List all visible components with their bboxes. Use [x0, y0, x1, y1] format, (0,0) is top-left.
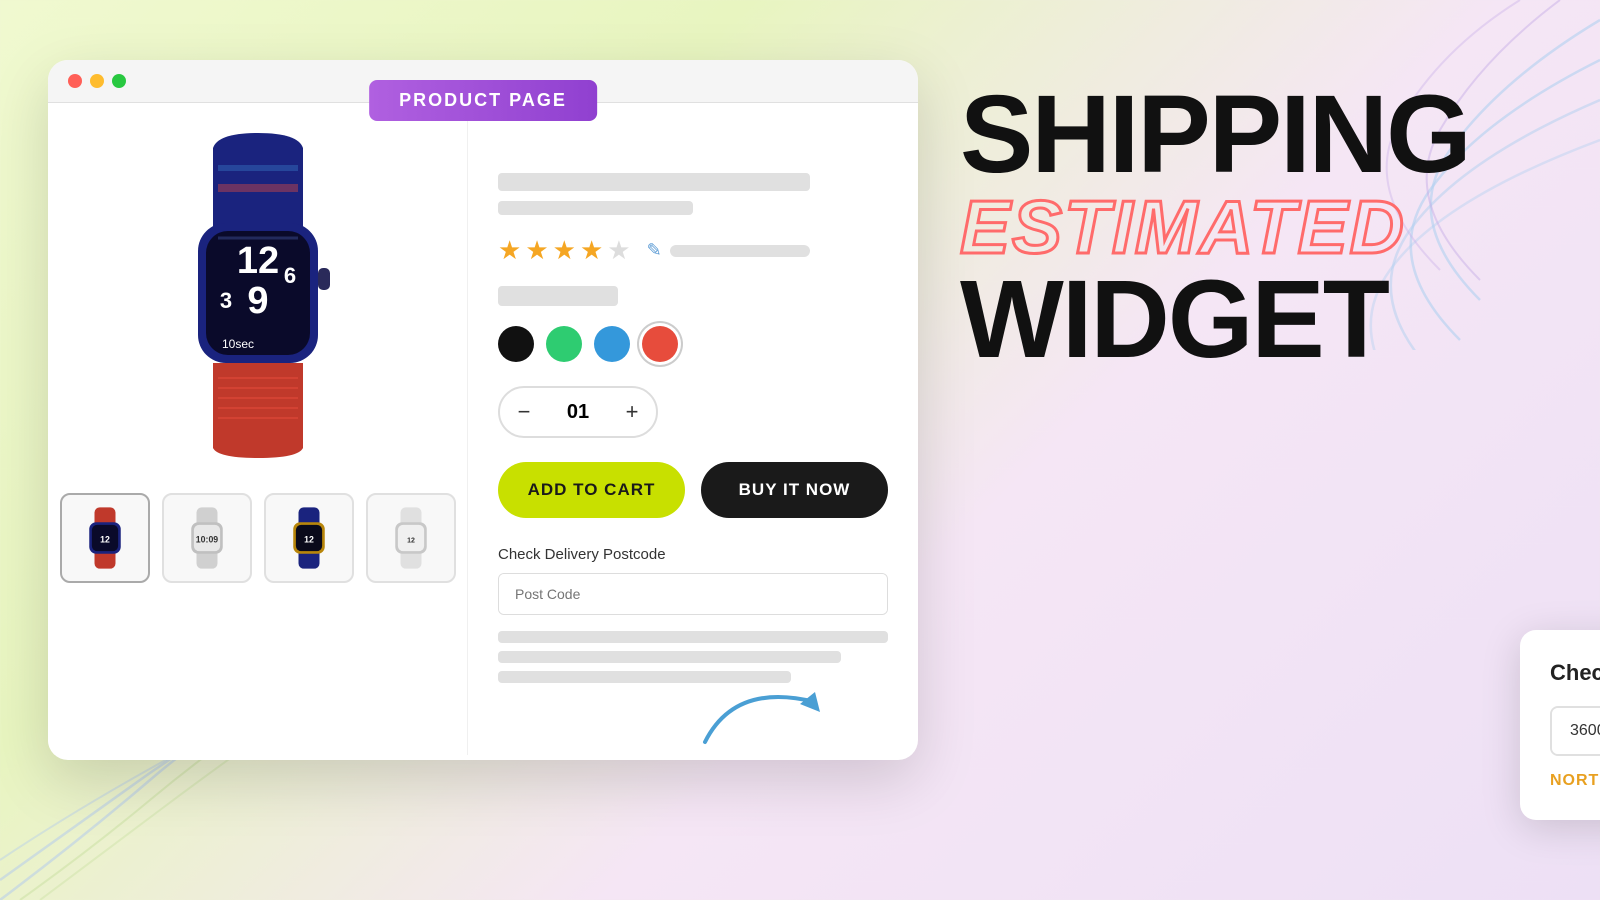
delivery-title: Check Delivery Postcode	[498, 546, 888, 563]
product-page-badge: PRODUCT PAGE	[369, 80, 597, 121]
stars-row: ★ ★ ★ ★ ★ ✎	[498, 235, 888, 266]
quantity-value: 01	[548, 401, 608, 424]
color-swatches	[498, 326, 888, 362]
add-to-cart-button[interactable]: ADD TO CART	[498, 462, 685, 518]
quantity-increase-button[interactable]: +	[608, 388, 656, 436]
quantity-selector: − 01 +	[498, 386, 658, 438]
thumbnail-1[interactable]: 12	[60, 493, 150, 583]
buy-now-button[interactable]: BUY IT NOW	[701, 462, 888, 518]
minimize-dot[interactable]	[90, 74, 104, 88]
title-placeholder-2	[498, 201, 693, 215]
swatch-green[interactable]	[546, 326, 582, 362]
svg-text:12: 12	[236, 240, 278, 282]
star-4: ★	[580, 235, 603, 266]
close-dot[interactable]	[68, 74, 82, 88]
shipping-headline: SHIPPING	[960, 80, 1540, 190]
info-lines	[498, 631, 888, 683]
estimated-headline: ESTIMATED	[960, 190, 1540, 265]
info-line-1	[498, 631, 888, 643]
swatch-red[interactable]	[642, 326, 678, 362]
svg-text:9: 9	[247, 280, 268, 322]
main-product-image: 12 9 3 6 10sec	[88, 123, 428, 463]
edit-icon[interactable]: ✎	[647, 240, 662, 261]
widget-headline: WIDGET	[960, 265, 1540, 375]
product-image-panel: 12 9 3 6 10sec	[48, 103, 468, 755]
star-3: ★	[553, 235, 576, 266]
star-rating: ★ ★ ★ ★ ★	[498, 235, 631, 266]
swatch-black[interactable]	[498, 326, 534, 362]
shipping-result: NORTH ZONE SHIPPING – $10.00	[1550, 772, 1600, 790]
arrow-connector	[695, 662, 825, 752]
svg-text:6: 6	[283, 263, 295, 288]
shipping-popup: Check Delivery Postcode APPLY NORTH ZONE…	[1520, 630, 1600, 820]
product-watch-image: 12 9 3 6 10sec	[118, 128, 398, 458]
svg-text:3: 3	[219, 288, 231, 313]
thumbnail-3[interactable]: 12	[264, 493, 354, 583]
thumbnail-2[interactable]: 10:09	[162, 493, 252, 583]
star-5: ★	[607, 235, 630, 266]
postcode-input[interactable]	[499, 574, 887, 614]
review-line	[670, 245, 810, 257]
shipping-popup-title: Check Delivery Postcode	[1550, 660, 1600, 686]
product-details-panel: ★ ★ ★ ★ ★ ✎	[468, 103, 918, 755]
postcode-input-row	[498, 573, 888, 615]
svg-text:12: 12	[304, 534, 314, 544]
postcode-widget-row: APPLY	[1550, 706, 1600, 756]
star-2: ★	[525, 235, 548, 266]
svg-text:10sec: 10sec	[221, 337, 253, 351]
star-1: ★	[498, 235, 521, 266]
title-placeholder-1	[498, 173, 810, 191]
action-buttons: ADD TO CART BUY IT NOW	[498, 462, 888, 518]
product-thumbnails: 12 10:09	[60, 493, 456, 583]
svg-text:10:09: 10:09	[195, 534, 218, 544]
delivery-section: Check Delivery Postcode	[498, 546, 888, 615]
swatch-blue[interactable]	[594, 326, 630, 362]
maximize-dot[interactable]	[112, 74, 126, 88]
quantity-decrease-button[interactable]: −	[500, 388, 548, 436]
postcode-widget-input[interactable]	[1552, 708, 1600, 754]
right-content: SHIPPING ESTIMATED WIDGET	[960, 80, 1540, 375]
thumbnail-4[interactable]: 12	[366, 493, 456, 583]
review-bar: ✎	[647, 240, 810, 261]
svg-text:12: 12	[407, 537, 415, 544]
price-placeholder	[498, 286, 618, 306]
svg-text:12: 12	[100, 534, 110, 544]
browser-window: PRODUCT PAGE 12 9 3 6	[48, 60, 918, 760]
